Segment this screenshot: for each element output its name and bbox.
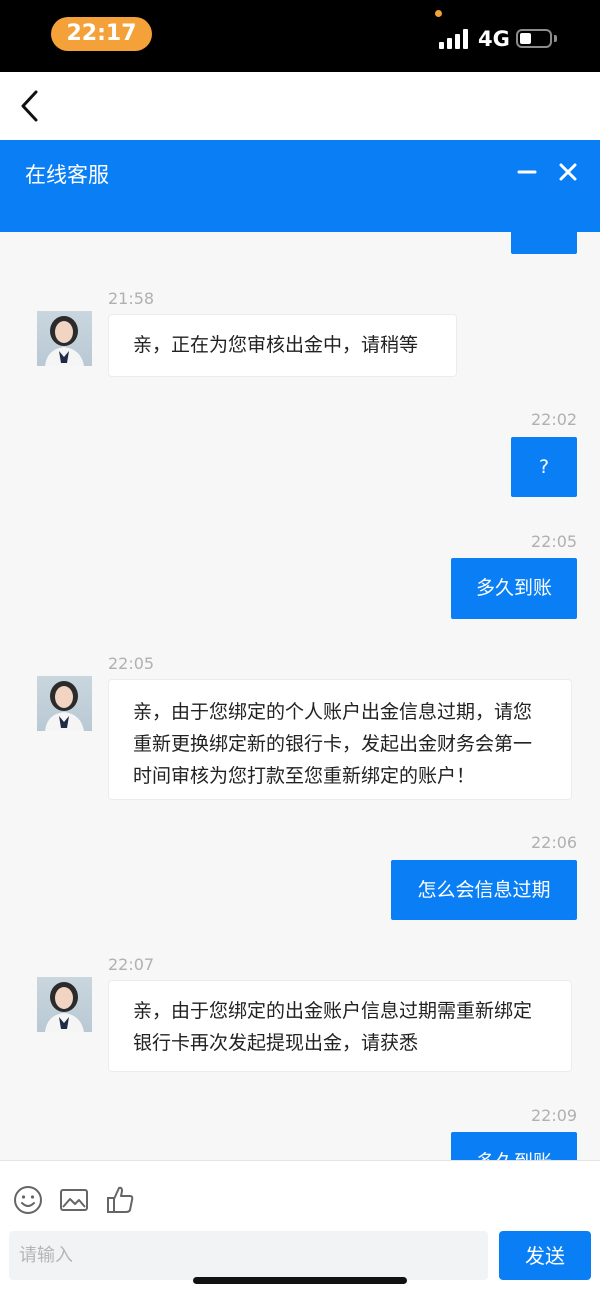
message-bubble-outgoing: 怎么会信息过期: [391, 860, 577, 920]
status-time: 22:17: [51, 17, 152, 51]
minimize-icon[interactable]: [515, 160, 539, 184]
message-timestamp: 21:58: [108, 289, 155, 308]
message-timestamp: 22:05: [531, 532, 578, 551]
chat-header: 在线客服: [0, 140, 600, 232]
message-timestamp: 22:05: [108, 654, 155, 673]
avatar: [37, 676, 92, 731]
message-list[interactable]: 21:58 亲，正在为您审核出金中，请稍等 22:02 ? 22:05 多久到账…: [0, 232, 600, 1160]
network-label: 4G: [478, 27, 510, 51]
message-timestamp: 22:09: [531, 1106, 578, 1125]
message-bubble-incoming: 亲，由于您绑定的出金账户信息过期需重新绑定银行卡再次发起提现出金，请获悉: [108, 980, 572, 1072]
back-icon[interactable]: [14, 84, 54, 128]
image-icon[interactable]: [58, 1184, 90, 1216]
close-icon[interactable]: [556, 160, 580, 184]
avatar: [37, 977, 92, 1032]
nav-bar: [0, 72, 600, 140]
signal-icon: [439, 29, 469, 49]
message-input[interactable]: [9, 1231, 488, 1280]
emoji-icon[interactable]: [12, 1184, 44, 1216]
message-bubble-outgoing: [511, 232, 577, 254]
send-button[interactable]: 发送: [499, 1231, 591, 1280]
message-bubble-incoming: 亲，正在为您审核出金中，请稍等: [108, 314, 457, 377]
message-timestamp: 22:02: [531, 410, 578, 429]
message-timestamp: 22:06: [531, 833, 578, 852]
message-bubble-outgoing: ?: [511, 437, 577, 497]
message-bubble-incoming: 亲，由于您绑定的个人账户出金信息过期，请您重新更换绑定新的银行卡，发起出金财务会…: [108, 679, 572, 800]
chat-title: 在线客服: [25, 163, 109, 187]
status-bar: 22:17 4G: [0, 0, 600, 72]
message-bubble-outgoing: 多久到账: [451, 1132, 577, 1160]
battery-tip: [554, 35, 557, 42]
privacy-indicator-dot: [435, 10, 442, 17]
battery-icon: [516, 29, 552, 48]
avatar: [37, 311, 92, 366]
message-bubble-outgoing: 多久到账: [451, 558, 577, 619]
home-indicator: [193, 1277, 407, 1284]
message-timestamp: 22:07: [108, 955, 155, 974]
thumbs-up-icon[interactable]: [104, 1184, 136, 1216]
